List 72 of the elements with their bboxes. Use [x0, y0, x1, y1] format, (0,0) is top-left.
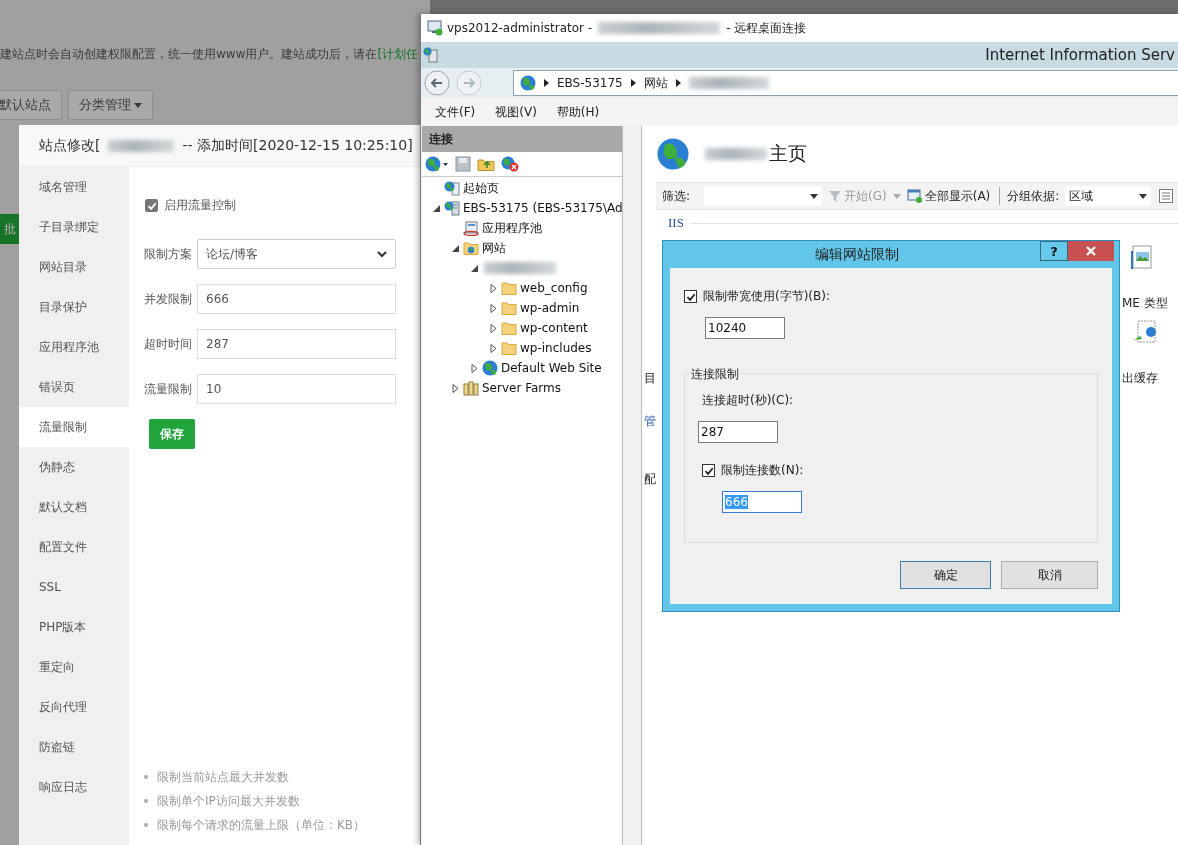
field-label: 流量限制 [144, 380, 193, 398]
hint-text: 限制当前站点最大并发数 [157, 768, 289, 786]
notice-text: 建站点时会自动创建权限配置，统一使用www用户。建站成功后，请在 [0, 45, 378, 63]
ok-button[interactable]: 确定 [900, 561, 991, 589]
app-title: Internet Information Serv [985, 46, 1176, 64]
group-by-select[interactable]: 区域 [1065, 186, 1151, 206]
hint-text: 限制每个请求的流量上限（单位：KB） [157, 816, 366, 834]
tree-item[interactable]: 网站 [482, 239, 506, 257]
filter-label: 筛选: [662, 187, 691, 205]
sidebar-item[interactable]: SSL [19, 567, 129, 607]
checkbox-label: 启用流量控制 [164, 197, 236, 214]
tree-item[interactable]: EBS-53175 (EBS-53175\Ad [463, 201, 623, 215]
help-button[interactable]: ? [1040, 241, 1068, 261]
section-label: IIS [668, 215, 684, 231]
dialog-title: 编辑网站限制 [813, 245, 900, 264]
menu-item[interactable]: 文件(F) [435, 103, 476, 121]
sidebar-item[interactable]: 反向代理 [19, 687, 129, 727]
show-all-button[interactable]: 全部显示(A) [904, 187, 993, 205]
hint-text: 限制单个IP访问最大并发数 [157, 792, 300, 810]
window-title: vps2012-administrator - [447, 21, 593, 35]
feature-label[interactable]: 目 [644, 370, 656, 387]
field-label: 限制方案 [144, 245, 193, 263]
field-label: 连接超时(秒)(C): [702, 392, 794, 409]
checkbox-label: 限制连接数(N): [721, 462, 804, 479]
menu-item[interactable]: 帮助(H) [556, 103, 600, 121]
feature-label[interactable]: 出缓存 [1122, 370, 1158, 387]
feature-label[interactable]: 配 [644, 471, 656, 488]
window-title: - 远程桌面连接 [726, 19, 807, 37]
group-label: 连接限制 [689, 366, 741, 383]
tree-item[interactable]: Server Farms [482, 381, 561, 395]
address-field[interactable]: EBS-53175 网站 [513, 70, 1178, 96]
tree-item[interactable]: 起始页 [463, 179, 499, 197]
tree-item[interactable]: web_config [520, 281, 588, 295]
sidebar-item[interactable]: 目录保护 [19, 287, 129, 327]
sidebar-item[interactable]: 应用程序池 [19, 327, 129, 367]
dropdown-button[interactable]: 分类管理 [68, 90, 153, 120]
input-field[interactable]: 10240 [705, 317, 785, 339]
sidebar-item[interactable]: 响应日志 [19, 767, 129, 807]
sidebar-item[interactable]: 错误页 [19, 367, 129, 407]
group-by-label: 分组依据: [1007, 187, 1060, 205]
sidebar-item[interactable]: 防盗链 [19, 727, 129, 767]
sidebar-item[interactable]: 网站目录 [19, 247, 129, 287]
sidebar-item[interactable]: 域名管理 [19, 167, 129, 207]
feature-label[interactable]: ME 类型 [1122, 295, 1168, 312]
input-field[interactable]: 10 [197, 374, 396, 404]
sidebar-item[interactable]: 配置文件 [19, 527, 129, 567]
field-label: 并发限制 [144, 290, 193, 308]
feature-label[interactable]: 管 [644, 413, 656, 430]
input-field[interactable]: 666 [197, 284, 396, 314]
menu-item[interactable]: 视图(V) [495, 103, 537, 121]
sidebar-item[interactable]: 伪静态 [19, 447, 129, 487]
page-title: 主页 [769, 141, 807, 166]
panel-header: 连接 [422, 126, 622, 152]
field-label: 超时时间 [144, 335, 193, 353]
select-field[interactable]: 论坛/博客 [197, 239, 396, 269]
breadcrumb-item[interactable]: EBS-53175 [557, 76, 623, 90]
sidebar-item[interactable]: 重定向 [19, 647, 129, 687]
breadcrumb-item[interactable]: 网站 [643, 74, 668, 92]
modal-title: 站点修改[ [39, 136, 101, 155]
tree-item[interactable]: wp-content [520, 321, 588, 335]
tree-item[interactable]: Default Web Site [501, 361, 602, 375]
sidebar-item[interactable]: 流量限制 [19, 407, 129, 447]
tree-item[interactable]: wp-includes [520, 341, 592, 355]
input-field[interactable]: 287 [197, 329, 396, 359]
sidebar-item[interactable]: PHP版本 [19, 607, 129, 647]
modal-title: -- 添加时间[2020-12-15 10:25:10] [182, 136, 413, 155]
checkbox-label: 限制带宽使用(字节)(B): [703, 288, 830, 305]
input-field[interactable]: 287 [698, 421, 778, 443]
cancel-button[interactable]: 取消 [1001, 561, 1098, 589]
tree-item[interactable]: 应用程序池 [482, 219, 542, 237]
sidebar-item[interactable]: 默认文档 [19, 487, 129, 527]
tree-item[interactable]: wp-admin [520, 301, 580, 315]
